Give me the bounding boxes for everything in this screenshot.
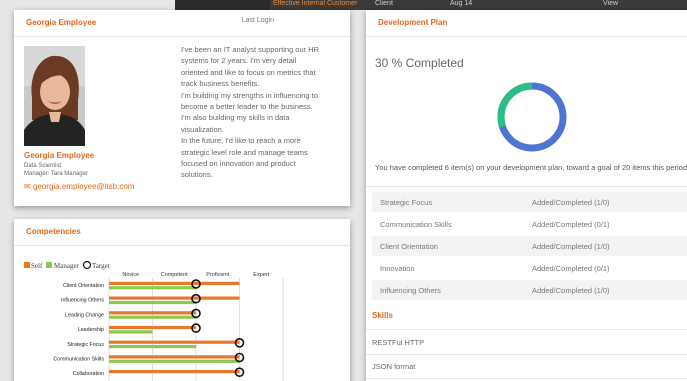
profile-divider — [14, 36, 350, 37]
manager-bar — [109, 300, 196, 305]
skill-item: JSON format — [372, 362, 416, 371]
last-login-label: Last Login — [241, 17, 274, 24]
dev-plan-row[interactable]: Innovation Added/Completed (0/1) — [372, 258, 687, 278]
employee-job-title: Data Scientist — [24, 163, 62, 169]
donut-completed-arc — [497, 82, 567, 152]
dev-plan-item-status: Added/Completed (1/0) — [532, 198, 610, 207]
skill-row-divider — [366, 354, 687, 355]
bio-line: focused on innovation and product — [181, 159, 296, 169]
background-view-link[interactable]: View — [603, 0, 618, 8]
legend-manager-swatch — [46, 262, 52, 268]
manager-bar — [109, 359, 240, 363]
background-date: Aug 14 — [450, 0, 473, 7]
background-dark-panel — [175, 0, 270, 10]
dev-plan-item-name: Strategic Focus — [380, 198, 433, 207]
manager-bar — [109, 286, 196, 290]
self-bar — [109, 311, 196, 315]
dev-plan-row[interactable]: Communication Skills Added/Completed (0/… — [372, 214, 687, 234]
development-plan-divider — [366, 36, 687, 37]
competencies-card: Competencies Self Manager Target Novice Comp… — [14, 219, 350, 381]
development-plan-title: Development Plan — [378, 18, 448, 27]
profile-photo — [24, 46, 85, 146]
self-bar — [109, 325, 196, 330]
bio-line: In the future, I'd like to reach a more — [181, 136, 301, 146]
legend-manager-label: Manager — [54, 262, 80, 270]
legend-self-swatch — [24, 262, 30, 268]
employee-name: Georgia Employee — [24, 151, 95, 160]
background-window-bar: Effective Internal Customer Client Aug 1… — [175, 0, 687, 10]
dev-plan-item-name: Client Orientation — [380, 242, 438, 251]
level-header: Proficient — [206, 272, 229, 278]
manager-bar — [109, 330, 153, 334]
competency-label: Client Orientation — [63, 283, 104, 289]
profile-card-title: Georgia Employee — [26, 18, 97, 27]
self-bar — [109, 340, 240, 344]
development-summary: You have completed 6 item(s) on your dev… — [375, 163, 687, 172]
level-header: Novice — [122, 272, 139, 278]
self-bar — [109, 370, 240, 374]
competency-label: Collaboration — [73, 371, 104, 377]
competency-label: Strategic Focus — [67, 342, 104, 348]
skills-section-title: Skills — [372, 311, 393, 320]
bio-line: I'm building my strengths in influencing… — [181, 90, 318, 100]
bio-line: track business benefits. — [181, 79, 260, 89]
self-bar — [109, 355, 240, 359]
bio-line: I'm also building my skills in data — [181, 113, 290, 123]
self-bar — [109, 296, 240, 300]
dev-plan-row[interactable]: Client Orientation Added/Completed (1/0) — [372, 236, 687, 256]
competencies-chart: Self Manager Target Novice Competent Proficie… — [24, 260, 284, 381]
completion-donut-chart — [497, 82, 567, 152]
competency-label: Leadership — [78, 327, 104, 333]
competency-label: Communication Skills — [53, 357, 104, 363]
employee-email-link[interactable]: ✉ georgia.employee@itsb.com — [24, 182, 134, 191]
legend-target-label: Target — [92, 262, 110, 270]
level-header: Expert — [253, 272, 269, 278]
summary-divider — [366, 186, 687, 187]
bio-line: visualization. — [181, 124, 224, 134]
manager-bar — [109, 315, 196, 319]
dev-plan-item-status: Added/Completed (0/1) — [532, 220, 610, 229]
percent-completed: 30 % Completed — [375, 56, 464, 70]
development-plan-card: Development Plan 30 % Completed You have… — [366, 10, 687, 381]
dev-plan-item-name: Influencing Others — [380, 286, 441, 295]
dev-plan-row[interactable]: Strategic Focus Added/Completed (1/0) — [372, 192, 687, 212]
competency-label: Leading Change — [65, 312, 104, 318]
skills-divider — [366, 329, 687, 330]
legend-self-label: Self — [31, 262, 43, 270]
bio-line: systems for 2 years. I'm very detail — [181, 56, 297, 66]
skill-row-divider — [366, 378, 687, 379]
dev-plan-item-name: Communication Skills — [380, 220, 452, 229]
envelope-icon: ✉ — [24, 182, 31, 191]
employee-manager: Manager: Tara Manager — [24, 171, 88, 177]
dev-plan-item-status: Added/Completed (0/1) — [532, 264, 610, 273]
bio-line: solutions. — [181, 170, 213, 180]
self-bar — [109, 281, 240, 285]
profile-card: Georgia Employee Last Login Georgia Empl… — [14, 10, 350, 206]
bio-line: strategic level role and manage teams — [181, 147, 308, 157]
level-header: Competent — [161, 272, 188, 278]
dev-plan-row[interactable]: Influencing Others Added/Completed (1/0) — [372, 280, 687, 300]
manager-bar — [109, 345, 196, 349]
dev-plan-item-status: Added/Completed (1/0) — [532, 286, 610, 295]
employee-email: georgia.employee@itsb.com — [32, 182, 135, 191]
background-link[interactable]: Effective Internal Customer — [273, 0, 357, 8]
bio-line: I've been an IT analyst supporting our H… — [181, 45, 320, 54]
bio-line: oriented and like to focus on metrics th… — [181, 67, 316, 77]
background-client-label: Client — [375, 0, 393, 7]
dev-plan-item-status: Added/Completed (1/0) — [532, 242, 610, 251]
competency-label: Influencing Others — [61, 298, 104, 304]
avatar-icon — [24, 46, 85, 146]
employee-bio: I've been an IT analyst supporting our H… — [181, 44, 347, 181]
skill-item: RESTFul HTTP — [372, 338, 425, 347]
bio-line: become a better leader to the business. — [181, 102, 313, 112]
legend-target-marker — [82, 260, 92, 270]
dev-plan-item-name: Innovation — [380, 264, 415, 273]
